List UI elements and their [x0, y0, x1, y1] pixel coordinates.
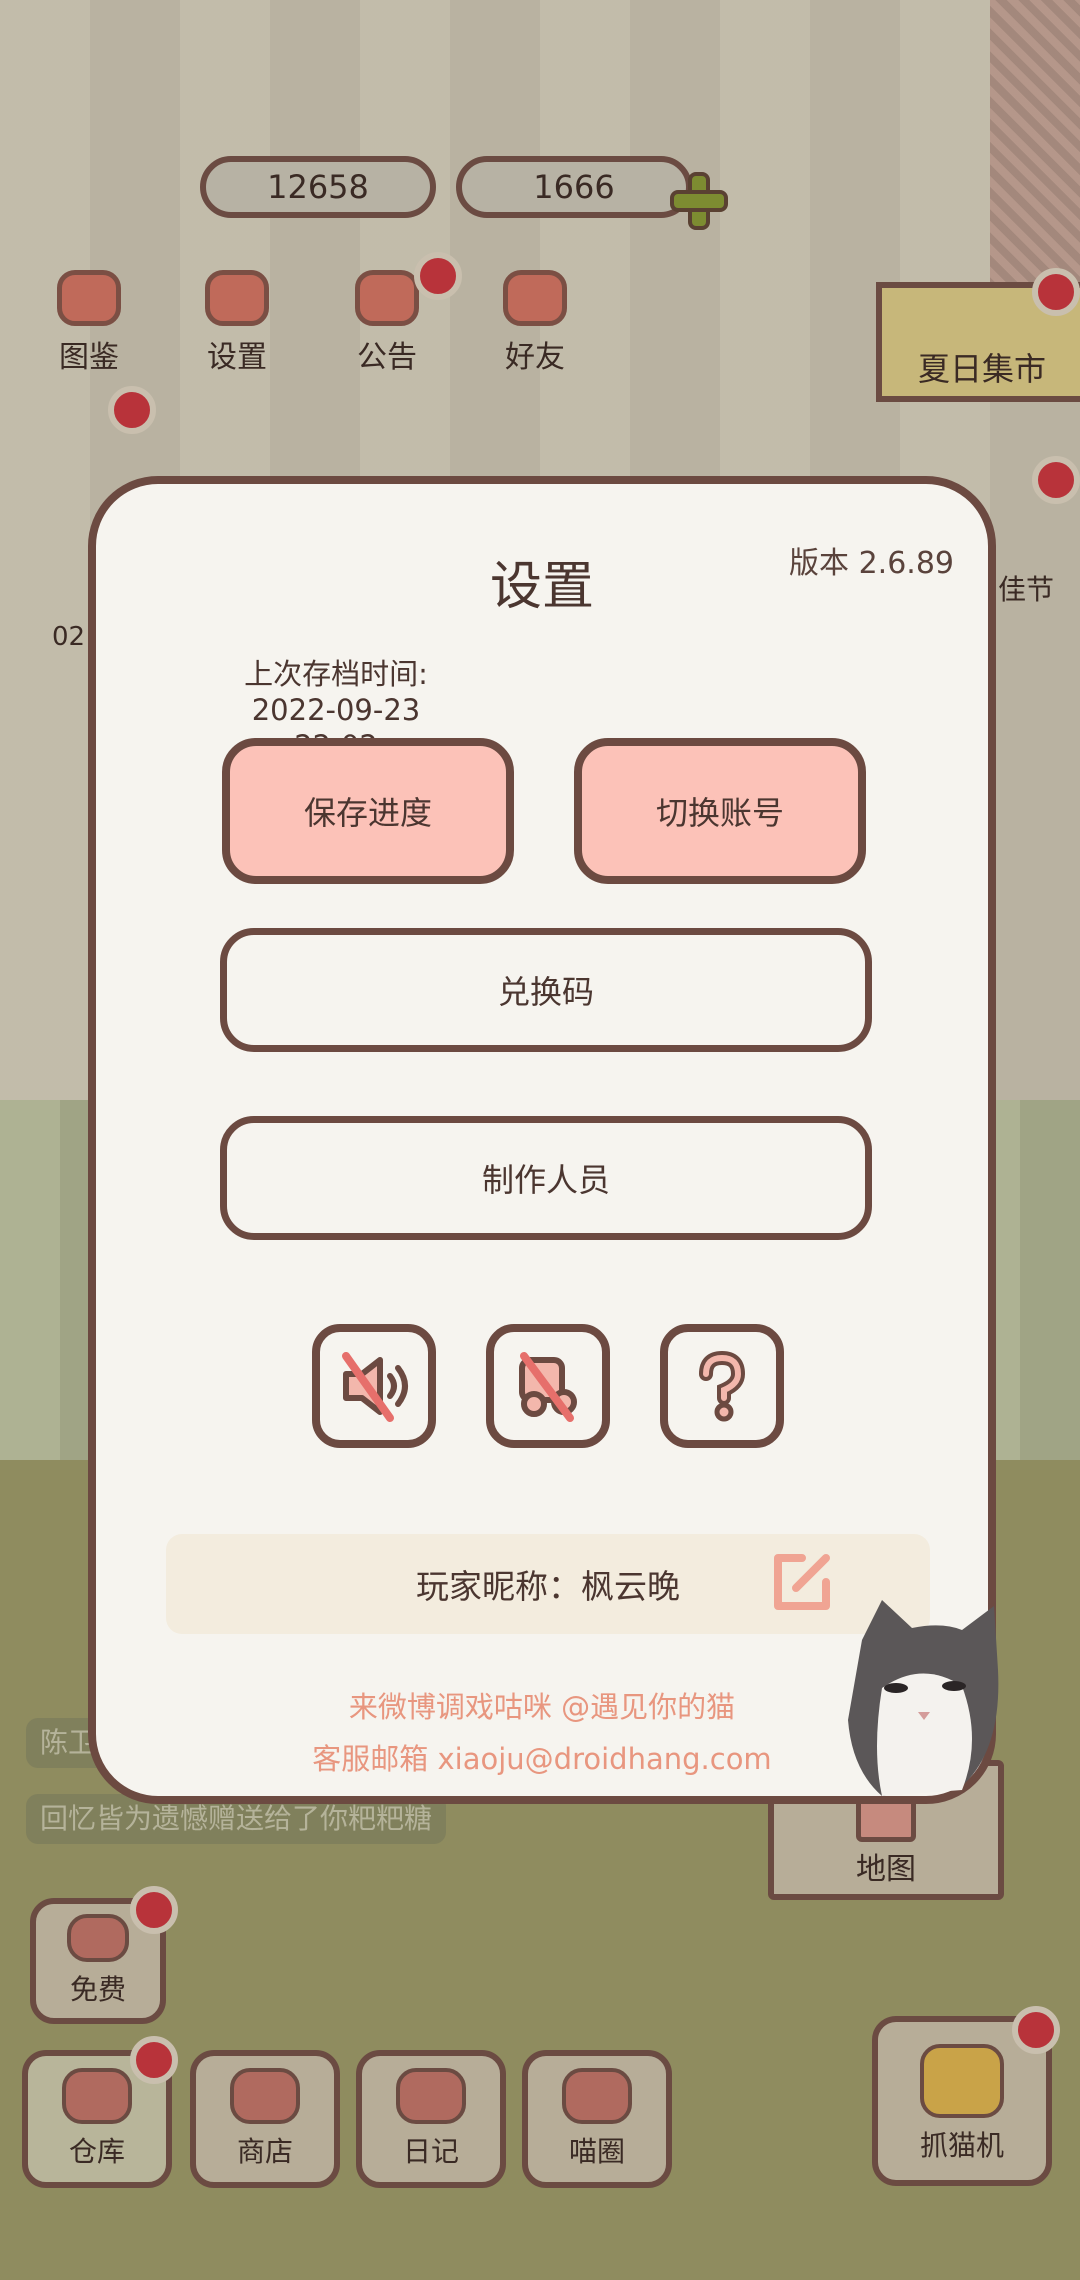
cat-planet-icon [562, 2068, 632, 2124]
basket-icon [62, 2068, 132, 2124]
nickname-text: 玩家昵称：枫云晚 [416, 1567, 680, 1606]
heart-icon [67, 1914, 129, 1962]
nav-friends[interactable]: 好友 [470, 270, 600, 376]
notification-dot [130, 2036, 178, 2084]
notification-dot [1032, 268, 1080, 316]
cat-book-icon [57, 270, 121, 326]
claw-machine-label: 抓猫机 [919, 2129, 1004, 2162]
music-toggle-button[interactable] [486, 1324, 610, 1448]
nav-collection-label: 图鉴 [59, 340, 119, 375]
notification-dot [414, 252, 462, 300]
music-off-icon [519, 1352, 577, 1422]
notification-dot [108, 386, 156, 434]
save-progress-button[interactable]: 保存进度 [222, 738, 514, 884]
coin-counter: 12658 [200, 156, 436, 218]
cat-circle-label: 喵圈 [568, 2135, 625, 2168]
background-lattice [990, 0, 1080, 300]
credits-button[interactable]: 制作人员 [220, 1116, 872, 1240]
notification-dot [1012, 2006, 1060, 2054]
diary-button[interactable]: 日记 [356, 2050, 506, 2188]
diary-label: 日记 [402, 2135, 459, 2168]
gem-counter: 1666 [456, 156, 692, 218]
edit-icon[interactable] [766, 1546, 838, 1618]
shop-button[interactable]: 商店 [190, 2050, 340, 2188]
last-save-label: 上次存档时间: [244, 657, 428, 691]
nav-announcement-label: 公告 [357, 340, 417, 375]
nav-settings-label: 设置 [207, 340, 267, 375]
event-sign-label: 夏日集市 [918, 350, 1047, 388]
coin-value: 12658 [267, 168, 369, 206]
friends-icon [503, 270, 567, 326]
diary-icon [396, 2068, 466, 2124]
notification-dot [1032, 456, 1080, 504]
gift-icon [355, 270, 419, 326]
shop-label: 商店 [236, 2135, 293, 2168]
nav-friends-label: 好友 [505, 340, 565, 375]
sound-off-icon [342, 1352, 408, 1422]
shop-icon [230, 2068, 300, 2124]
help-icon [699, 1350, 746, 1422]
help-button[interactable] [660, 1324, 784, 1448]
side-label: 佳节 [998, 573, 1055, 606]
sound-toggle-button[interactable] [312, 1324, 436, 1448]
notification-dot [130, 1886, 178, 1934]
add-currency-icon[interactable] [668, 170, 730, 232]
side-counter: 02 [52, 622, 86, 652]
cat-circle-button[interactable]: 喵圈 [522, 2050, 672, 2188]
free-label: 免费 [69, 1973, 126, 2006]
claw-icon [920, 2044, 1004, 2118]
warehouse-label: 仓库 [68, 2135, 125, 2168]
version-label: 版本 2.6.89 [789, 546, 954, 581]
redeem-code-button[interactable]: 兑换码 [220, 928, 872, 1052]
nav-settings[interactable]: 设置 [172, 270, 302, 376]
map-label: 地图 [856, 1852, 916, 1887]
switch-account-button[interactable]: 切换账号 [574, 738, 866, 884]
nav-collection[interactable]: 图鉴 [24, 270, 154, 376]
gem-value: 1666 [533, 168, 615, 206]
cat-photo [848, 1600, 999, 1796]
gear-icon [205, 270, 269, 326]
